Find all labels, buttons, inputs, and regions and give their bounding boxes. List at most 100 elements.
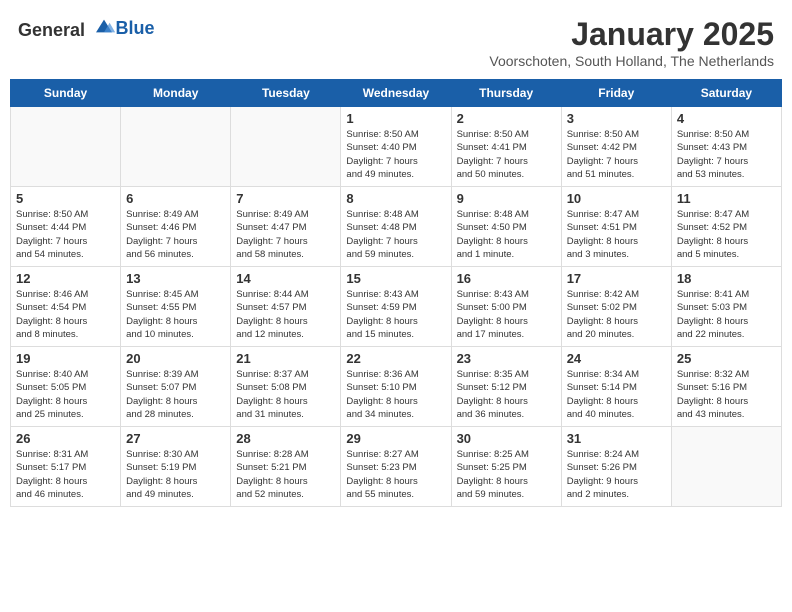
calendar-cell: 14Sunrise: 8:44 AM Sunset: 4:57 PM Dayli… [231, 267, 341, 347]
weekday-header: Thursday [451, 80, 561, 107]
logo-icon [92, 16, 116, 36]
calendar-week-row: 26 Sunrise: 8:31 AM Sunset: 5:17 PM Dayli… [11, 427, 782, 507]
day-info: Sunrise: 8:48 AM Sunset: 4:50 PM Dayligh… [457, 208, 556, 261]
day-number: 2 [457, 111, 556, 126]
weekday-header: Monday [121, 80, 231, 107]
day-info: Sunrise: 8:30 AM Sunset: 5:19 PM Dayligh… [126, 448, 225, 501]
day-number: 9 [457, 191, 556, 206]
calendar-cell [121, 107, 231, 187]
day-number: 22 [346, 351, 445, 366]
calendar-week-row: 12Sunrise: 8:46 AM Sunset: 4:54 PM Dayli… [11, 267, 782, 347]
day-number: 20 [126, 351, 225, 366]
calendar-cell: 19 Sunrise: 8:40 AM Sunset: 5:05 PM Dayli… [11, 347, 121, 427]
day-number: 24 [567, 351, 666, 366]
day-info: Sunrise: 8:47 AM Sunset: 4:51 PM Dayligh… [567, 208, 666, 261]
calendar-cell: 16Sunrise: 8:43 AM Sunset: 5:00 PM Dayli… [451, 267, 561, 347]
calendar-cell: 22Sunrise: 8:36 AM Sunset: 5:10 PM Dayli… [341, 347, 451, 427]
calendar-cell: 21 Sunrise: 8:37 AM Sunset: 5:08 PM Dayli… [231, 347, 341, 427]
day-info: Sunrise: 8:50 AM Sunset: 4:44 PM Dayligh… [16, 208, 115, 261]
calendar-cell [231, 107, 341, 187]
day-info: Sunrise: 8:25 AM Sunset: 5:25 PM Dayligh… [457, 448, 556, 501]
day-info: Sunrise: 8:45 AM Sunset: 4:55 PM Dayligh… [126, 288, 225, 341]
day-number: 31 [567, 431, 666, 446]
calendar-cell: 7 Sunrise: 8:49 AM Sunset: 4:47 PM Daylig… [231, 187, 341, 267]
calendar-cell: 1 Sunrise: 8:50 AM Sunset: 4:40 PM Daylig… [341, 107, 451, 187]
calendar-cell: 24Sunrise: 8:34 AM Sunset: 5:14 PM Dayli… [561, 347, 671, 427]
day-info: Sunrise: 8:50 AM Sunset: 4:42 PM Dayligh… [567, 128, 666, 181]
day-number: 1 [346, 111, 445, 126]
day-number: 3 [567, 111, 666, 126]
calendar-week-row: 19 Sunrise: 8:40 AM Sunset: 5:05 PM Dayli… [11, 347, 782, 427]
day-info: Sunrise: 8:37 AM Sunset: 5:08 PM Dayligh… [236, 368, 335, 421]
day-number: 15 [346, 271, 445, 286]
day-number: 27 [126, 431, 225, 446]
weekday-header: Saturday [671, 80, 781, 107]
day-number: 26 [16, 431, 115, 446]
day-info: Sunrise: 8:35 AM Sunset: 5:12 PM Dayligh… [457, 368, 556, 421]
calendar-cell: 27 Sunrise: 8:30 AM Sunset: 5:19 PM Dayli… [121, 427, 231, 507]
day-info: Sunrise: 8:24 AM Sunset: 5:26 PM Dayligh… [567, 448, 666, 501]
day-info: Sunrise: 8:49 AM Sunset: 4:47 PM Dayligh… [236, 208, 335, 261]
day-number: 4 [677, 111, 776, 126]
day-number: 29 [346, 431, 445, 446]
day-number: 30 [457, 431, 556, 446]
calendar-week-row: 5Sunrise: 8:50 AM Sunset: 4:44 PM Daylig… [11, 187, 782, 267]
calendar-header: SundayMondayTuesdayWednesdayThursdayFrid… [11, 80, 782, 107]
day-info: Sunrise: 8:32 AM Sunset: 5:16 PM Dayligh… [677, 368, 776, 421]
calendar-cell: 10 Sunrise: 8:47 AM Sunset: 4:51 PM Dayli… [561, 187, 671, 267]
day-number: 13 [126, 271, 225, 286]
day-number: 8 [346, 191, 445, 206]
day-info: Sunrise: 8:31 AM Sunset: 5:17 PM Dayligh… [16, 448, 115, 501]
weekday-header: Sunday [11, 80, 121, 107]
location-subtitle: Voorschoten, South Holland, The Netherla… [489, 53, 774, 69]
calendar-cell: 5Sunrise: 8:50 AM Sunset: 4:44 PM Daylig… [11, 187, 121, 267]
calendar-cell: 9 Sunrise: 8:48 AM Sunset: 4:50 PM Daylig… [451, 187, 561, 267]
day-info: Sunrise: 8:40 AM Sunset: 5:05 PM Dayligh… [16, 368, 115, 421]
day-number: 21 [236, 351, 335, 366]
day-info: Sunrise: 8:47 AM Sunset: 4:52 PM Dayligh… [677, 208, 776, 261]
day-number: 17 [567, 271, 666, 286]
logo-text-general: General [18, 20, 85, 40]
day-info: Sunrise: 8:28 AM Sunset: 5:21 PM Dayligh… [236, 448, 335, 501]
day-number: 18 [677, 271, 776, 286]
day-info: Sunrise: 8:50 AM Sunset: 4:41 PM Dayligh… [457, 128, 556, 181]
day-number: 28 [236, 431, 335, 446]
calendar-cell: 13 Sunrise: 8:45 AM Sunset: 4:55 PM Dayli… [121, 267, 231, 347]
day-number: 23 [457, 351, 556, 366]
calendar-cell: 17 Sunrise: 8:42 AM Sunset: 5:02 PM Dayli… [561, 267, 671, 347]
calendar-cell: 2 Sunrise: 8:50 AM Sunset: 4:41 PM Daylig… [451, 107, 561, 187]
day-number: 19 [16, 351, 115, 366]
day-info: Sunrise: 8:43 AM Sunset: 4:59 PM Dayligh… [346, 288, 445, 341]
calendar-cell: 29 Sunrise: 8:27 AM Sunset: 5:23 PM Dayli… [341, 427, 451, 507]
calendar-cell: 4Sunrise: 8:50 AM Sunset: 4:43 PM Daylig… [671, 107, 781, 187]
calendar-cell: 23 Sunrise: 8:35 AM Sunset: 5:12 PM Dayli… [451, 347, 561, 427]
logo: General Blue [18, 16, 155, 41]
day-info: Sunrise: 8:41 AM Sunset: 5:03 PM Dayligh… [677, 288, 776, 341]
logo-text-blue: Blue [116, 18, 155, 38]
weekday-header: Friday [561, 80, 671, 107]
title-block: January 2025 Voorschoten, South Holland,… [489, 16, 774, 69]
calendar-cell [671, 427, 781, 507]
day-number: 14 [236, 271, 335, 286]
calendar-cell: 3 Sunrise: 8:50 AM Sunset: 4:42 PM Daylig… [561, 107, 671, 187]
day-number: 12 [16, 271, 115, 286]
day-info: Sunrise: 8:42 AM Sunset: 5:02 PM Dayligh… [567, 288, 666, 341]
calendar-cell: 31 Sunrise: 8:24 AM Sunset: 5:26 PM Dayli… [561, 427, 671, 507]
day-number: 25 [677, 351, 776, 366]
calendar-cell: 6Sunrise: 8:49 AM Sunset: 4:46 PM Daylig… [121, 187, 231, 267]
day-number: 10 [567, 191, 666, 206]
calendar-cell: 28 Sunrise: 8:28 AM Sunset: 5:21 PM Dayli… [231, 427, 341, 507]
day-info: Sunrise: 8:48 AM Sunset: 4:48 PM Dayligh… [346, 208, 445, 261]
day-number: 7 [236, 191, 335, 206]
day-number: 11 [677, 191, 776, 206]
calendar-cell [11, 107, 121, 187]
day-info: Sunrise: 8:27 AM Sunset: 5:23 PM Dayligh… [346, 448, 445, 501]
day-info: Sunrise: 8:50 AM Sunset: 4:40 PM Dayligh… [346, 128, 445, 181]
calendar-table: SundayMondayTuesdayWednesdayThursdayFrid… [10, 79, 782, 507]
day-info: Sunrise: 8:49 AM Sunset: 4:46 PM Dayligh… [126, 208, 225, 261]
weekday-header: Tuesday [231, 80, 341, 107]
calendar-cell: 15 Sunrise: 8:43 AM Sunset: 4:59 PM Dayli… [341, 267, 451, 347]
day-number: 16 [457, 271, 556, 286]
calendar-cell: 30 Sunrise: 8:25 AM Sunset: 5:25 PM Dayli… [451, 427, 561, 507]
calendar-body: 1 Sunrise: 8:50 AM Sunset: 4:40 PM Daylig… [11, 107, 782, 507]
